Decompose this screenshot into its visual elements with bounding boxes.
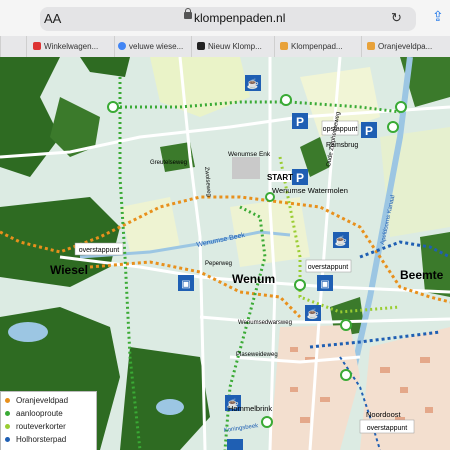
legend-item: routeverkorter bbox=[5, 422, 66, 431]
tab-veluwe[interactable]: veluwe wiese... bbox=[114, 36, 192, 57]
bus-icon[interactable] bbox=[227, 439, 243, 450]
bus-icon[interactable]: ▣ bbox=[317, 275, 333, 291]
noordoost-label: Noordoost bbox=[366, 410, 402, 419]
svg-text:☕: ☕ bbox=[247, 77, 259, 90]
wenumsedwarsweg-label: Wenumsedwarsweg bbox=[238, 320, 292, 326]
peperweg-label: Peperweg bbox=[205, 261, 232, 267]
tab-label: Oranjeveldpa... bbox=[378, 42, 433, 51]
reader-settings-button[interactable]: AA bbox=[44, 11, 61, 26]
tab-favicon-icon bbox=[33, 42, 41, 50]
tab-favicon-icon bbox=[280, 42, 288, 50]
tab-0[interactable] bbox=[0, 36, 27, 57]
cafe-icon[interactable]: ☕ bbox=[245, 75, 261, 91]
lake bbox=[8, 322, 48, 342]
legend-label: Oranjeveldpad bbox=[16, 396, 69, 405]
svg-text:P: P bbox=[296, 171, 304, 185]
tab-favicon-icon bbox=[197, 42, 205, 50]
svg-text:☕: ☕ bbox=[307, 307, 319, 320]
overstappunt-label: overstappunt bbox=[308, 264, 349, 271]
hommelbrink-label: Hommelbrink bbox=[228, 404, 272, 413]
share-icon[interactable]: ⇪ bbox=[432, 8, 444, 25]
legend-label: Holhorsterpad bbox=[16, 435, 67, 444]
legend-item: aanlooproute bbox=[5, 409, 63, 418]
tab-label: Nieuw Klomp... bbox=[208, 42, 262, 51]
legend-label: aanlooproute bbox=[16, 409, 63, 418]
svg-text:▣: ▣ bbox=[181, 279, 190, 290]
watermolen-label: Wenumse Watermolen bbox=[272, 186, 348, 195]
tab-strip: Winkelwagen... veluwe wiese... Nieuw Klo… bbox=[0, 36, 450, 58]
legend-dot-icon bbox=[5, 437, 10, 442]
tab-label: Winkelwagen... bbox=[44, 42, 99, 51]
plaseweideweg-label: Plaseweideweg bbox=[236, 352, 278, 358]
tab-favicon-icon bbox=[1, 42, 9, 50]
place-wiesel: Wiesel bbox=[50, 263, 88, 277]
cafe-icon[interactable]: ☕ bbox=[333, 232, 349, 248]
building bbox=[232, 157, 260, 179]
greutelseweg-label: Greutelseweg bbox=[150, 160, 187, 166]
parking-icon[interactable]: P bbox=[292, 169, 308, 185]
url-text[interactable]: klompenpaden.nl bbox=[194, 11, 285, 25]
google-icon bbox=[118, 42, 126, 50]
legend-item: Oranjeveldpad bbox=[5, 396, 68, 405]
browser-toolbar: AA klompenpaden.nl ↻ ⇪ bbox=[0, 0, 450, 36]
place-beemte: Beemte bbox=[400, 268, 444, 282]
tab-favicon-icon bbox=[367, 42, 375, 50]
svg-text:▣: ▣ bbox=[320, 279, 329, 290]
place-wenum: Wenum bbox=[232, 272, 275, 286]
overstappunt-label: overstappunt bbox=[79, 247, 120, 254]
tab-winkelwagen[interactable]: Winkelwagen... bbox=[26, 36, 121, 57]
wenumse-enk-label: Wenumse Enk bbox=[228, 151, 271, 158]
route-map[interactable]: ☕ ☕ ☕ ☕ P P P ▣ ▣ START Wenumse Watermol… bbox=[0, 57, 450, 450]
legend-label: routeverkorter bbox=[16, 422, 66, 431]
svg-text:P: P bbox=[365, 124, 373, 138]
tab-label: veluwe wiese... bbox=[129, 42, 184, 51]
parking-icon[interactable]: P bbox=[292, 113, 308, 129]
map-legend: Oranjeveldpad aanlooproute routeverkorte… bbox=[0, 391, 97, 450]
legend-dot-icon bbox=[5, 398, 10, 403]
tab-nieuw-klompenpad[interactable]: Nieuw Klomp... bbox=[191, 36, 275, 57]
svg-text:☕: ☕ bbox=[335, 234, 347, 247]
lake bbox=[156, 399, 184, 415]
reload-icon[interactable]: ↻ bbox=[391, 10, 402, 26]
svg-text:P: P bbox=[296, 115, 304, 129]
tab-label: Klompenpad... bbox=[291, 42, 343, 51]
bus-icon[interactable]: ▣ bbox=[178, 275, 194, 291]
overstappunt-label: overstappunt bbox=[367, 425, 408, 432]
lock-icon bbox=[184, 8, 192, 19]
parking-icon[interactable]: P bbox=[361, 122, 377, 138]
legend-item: Holhorsterpad bbox=[5, 435, 66, 444]
legend-dot-icon bbox=[5, 411, 10, 416]
legend-dot-icon bbox=[5, 424, 10, 429]
cafe-icon[interactable]: ☕ bbox=[305, 305, 321, 321]
tab-klompenpad[interactable]: Klompenpad... bbox=[274, 36, 362, 57]
opstappunt-label: opstappunt bbox=[323, 126, 358, 133]
tab-oranjeveldpad[interactable]: Oranjeveldpa... bbox=[361, 36, 450, 57]
start-label: START bbox=[267, 173, 293, 182]
